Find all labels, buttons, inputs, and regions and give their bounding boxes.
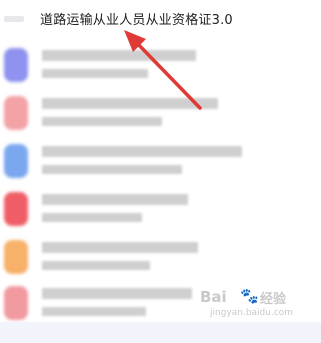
app-icon — [4, 192, 28, 226]
blurred-subtitle — [42, 117, 162, 126]
result-thumbnail — [4, 16, 24, 22]
app-icon — [4, 96, 28, 130]
blurred-subtitle — [42, 213, 142, 222]
list-item[interactable] — [0, 140, 321, 184]
app-icon — [4, 144, 28, 178]
paw-icon: 🐾 — [240, 287, 259, 305]
list-item[interactable] — [0, 92, 321, 136]
blurred-title — [42, 50, 196, 61]
baidu-jingyan-watermark: Bai 🐾 经验 jingyan.baidu.com — [200, 287, 318, 324]
app-icon — [4, 240, 28, 274]
list-item[interactable] — [0, 236, 321, 280]
list-item[interactable] — [0, 188, 321, 232]
list-item[interactable] — [0, 44, 321, 88]
app-icon — [4, 286, 28, 320]
top-result-item[interactable]: 道路运输从业人员从业资格证3.0 — [0, 0, 321, 38]
blurred-title — [42, 288, 192, 299]
blurred-title — [42, 146, 242, 157]
blurred-subtitle — [42, 261, 150, 270]
result-title[interactable]: 道路运输从业人员从业资格证3.0 — [40, 9, 233, 28]
bottom-strip — [0, 322, 321, 343]
blurred-subtitle — [42, 307, 146, 316]
watermark-url: jingyan.baidu.com — [210, 308, 294, 318]
app-icon — [4, 48, 28, 82]
blurred-subtitle — [42, 69, 148, 78]
blurred-title — [42, 98, 218, 109]
search-results-screen: 道路运输从业人员从业资格证3.0 Bai 🐾 经验 jingyan.baidu.… — [0, 0, 321, 343]
watermark-suffix: 经验 — [260, 292, 287, 307]
watermark-brand: Bai — [200, 288, 227, 306]
blurred-subtitle — [42, 165, 182, 174]
blurred-title — [42, 242, 198, 253]
blurred-title — [42, 194, 188, 205]
